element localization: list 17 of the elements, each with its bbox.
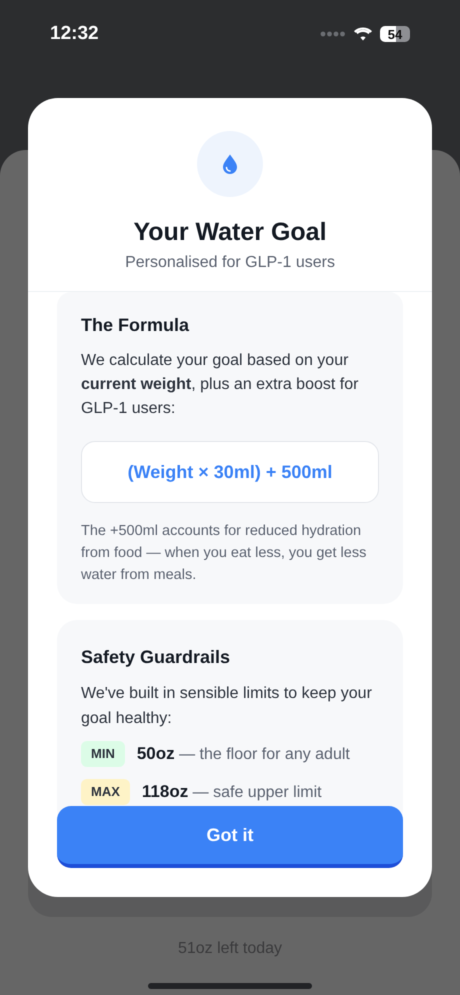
limit-tag: MIN: [81, 741, 125, 767]
wifi-icon: [354, 27, 372, 41]
formula-box: (Weight × 30ml) + 500ml: [81, 441, 379, 503]
battery-indicator: 54: [380, 26, 410, 42]
limit-description: 118oz — safe upper limit: [142, 781, 322, 803]
formula-note: The +500ml accounts for reduced hydration from food — when you eat less, you get less water from meals.: [81, 522, 368, 585]
modal-subtitle: Personalised for GLP-1 users: [125, 253, 335, 273]
card-title: The Formula: [81, 314, 190, 337]
status-time: 12:32: [50, 22, 99, 46]
modal-title: Your Water Goal: [133, 217, 327, 247]
card-description: We've built in sensible limits to keep your goal healthy:: [81, 684, 373, 729]
limit-tag: MAX: [81, 779, 130, 805]
limit-description: 50oz — the floor for any adult: [136, 743, 350, 765]
card-description: We calculate your goal based on your current weight, plus an extra boost for GLP-1 users:: [81, 351, 360, 419]
signal-icon: [320, 31, 346, 37]
card-title: Safety Guardrails: [81, 646, 232, 669]
got-it-button[interactable]: Got it: [57, 806, 403, 868]
